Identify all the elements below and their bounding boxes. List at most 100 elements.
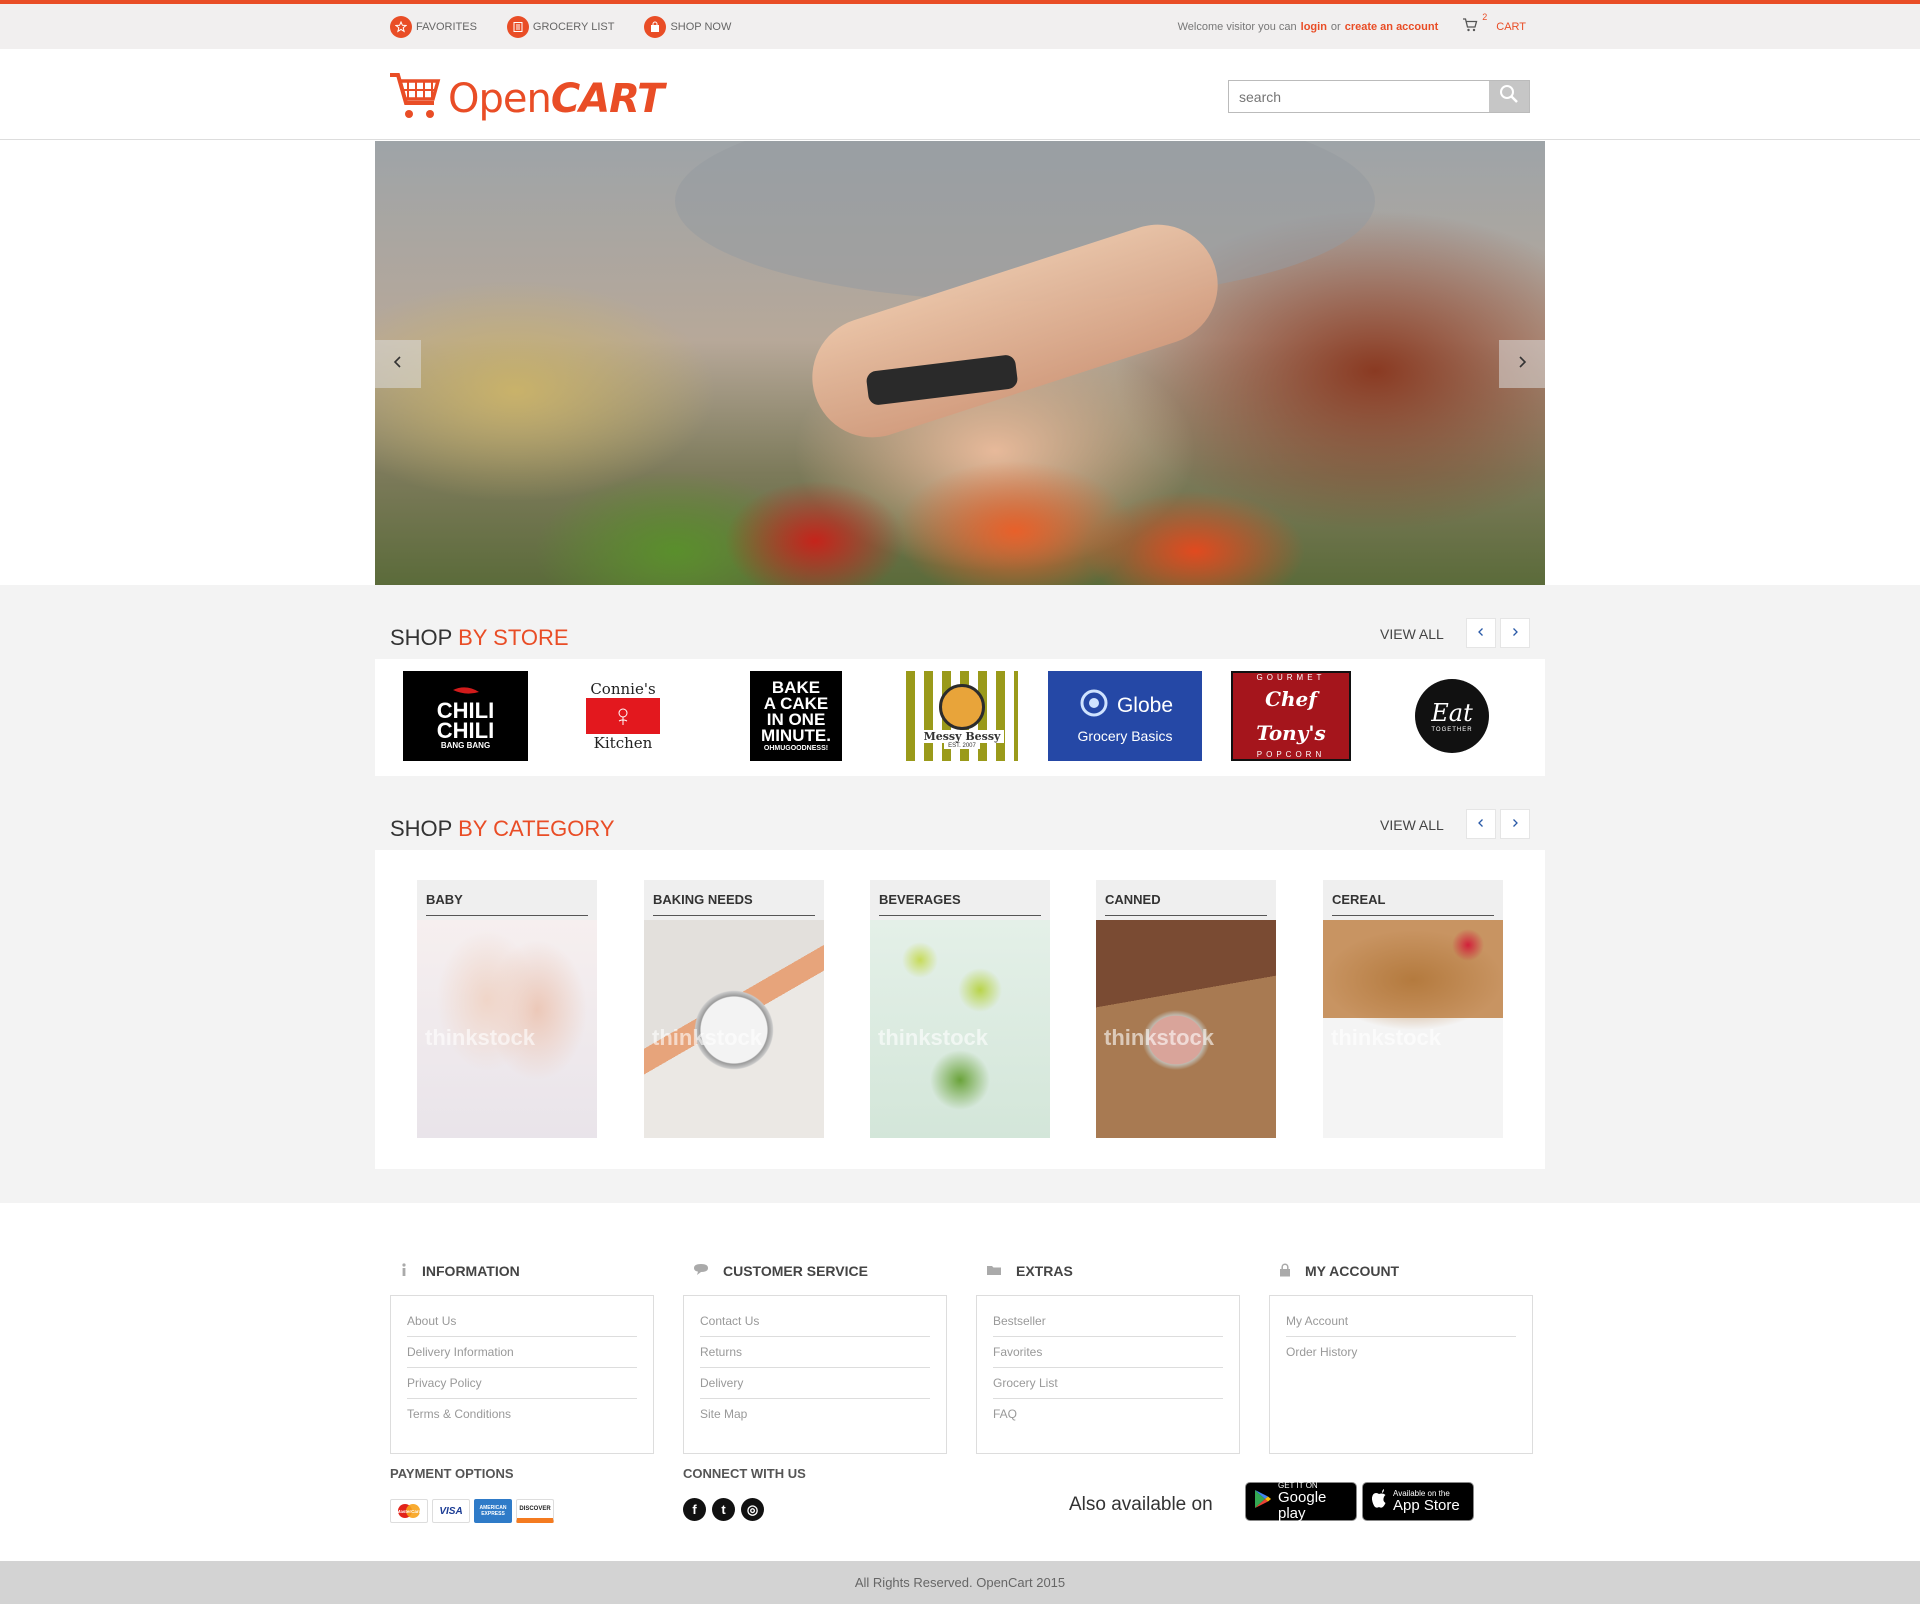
- nav-shop-now[interactable]: SHOP NOW: [644, 16, 731, 38]
- top-bar: FAVORITES GROCERY LIST SHOP NOW Welcome …: [0, 0, 1920, 49]
- footer-link-my-account[interactable]: My Account: [1286, 1306, 1516, 1337]
- app-store-label: App Store: [1393, 1497, 1460, 1514]
- store-text: BANG BANG: [440, 740, 491, 750]
- store-text: TOGETHER: [1431, 727, 1473, 733]
- watermark-text: thinkstock: [425, 1025, 536, 1050]
- footer-link-contact-us[interactable]: Contact Us: [700, 1306, 930, 1337]
- flower-icon: [586, 698, 660, 734]
- store-logo-bake-a-cake[interactable]: BAKE A CAKE IN ONE MINUTE. OHMUGOODNESS!: [750, 671, 842, 761]
- chat-icon: [693, 1263, 709, 1279]
- site-logo[interactable]: OpenCART: [388, 71, 664, 126]
- store-text: EST. 2007: [944, 742, 980, 749]
- store-carousel: CHILI CHILI BANG BANG Connie's Kitchen B…: [375, 659, 1545, 776]
- mastercard-icon: MasterCard: [390, 1499, 428, 1523]
- footer-link-delivery[interactable]: Delivery: [700, 1368, 930, 1399]
- footer-col-header: CUSTOMER SERVICE: [683, 1262, 947, 1280]
- copyright-text: All Rights Reserved. OpenCart 2015: [854, 1575, 1066, 1590]
- cart-label: CART: [1496, 20, 1526, 33]
- footer-col-header: INFORMATION: [390, 1262, 654, 1280]
- instagram-icon[interactable]: ◎: [741, 1498, 764, 1521]
- also-available-text: Also available on: [1069, 1494, 1213, 1515]
- cart-button[interactable]: 2 CART: [1462, 12, 1526, 35]
- face-icon: [939, 683, 985, 730]
- footer-information: INFORMATION About Us Delivery Informatio…: [390, 1262, 654, 1454]
- category-card-beverages[interactable]: BEVERAGES thinkstock: [870, 880, 1050, 1138]
- store-view-all-link[interactable]: VIEW ALL: [1380, 626, 1444, 642]
- nav-favorites[interactable]: FAVORITES: [390, 16, 477, 38]
- chevron-right-icon: [1517, 355, 1527, 374]
- top-nav: FAVORITES GROCERY LIST SHOP NOW: [390, 16, 731, 38]
- nav-grocery-list[interactable]: GROCERY LIST: [506, 16, 615, 38]
- store-logo-messy-bessy[interactable]: Messy Bessy EST. 2007: [906, 671, 1018, 761]
- search-button[interactable]: [1489, 81, 1529, 112]
- footer-col-title: MY ACCOUNT: [1305, 1263, 1400, 1279]
- category-label: BAKING NEEDS: [653, 892, 815, 916]
- footer-link-grocery-list[interactable]: Grocery List: [993, 1368, 1223, 1399]
- category-card-baking-needs[interactable]: BAKING NEEDS thinkstock: [644, 880, 824, 1138]
- category-next-button[interactable]: [1500, 809, 1530, 839]
- footer-link-favorites[interactable]: Favorites: [993, 1337, 1223, 1368]
- google-play-label: Google play: [1278, 1489, 1327, 1522]
- slider-prev-button[interactable]: [375, 340, 421, 388]
- category-card-baby[interactable]: BABY thinkstock: [417, 880, 597, 1138]
- shop-by-store-title: SHOP BY STORE: [390, 625, 569, 651]
- list-icon: [506, 16, 529, 38]
- app-store-button[interactable]: Available on the App Store: [1362, 1482, 1474, 1521]
- footer-link-bestseller[interactable]: Bestseller: [993, 1306, 1223, 1337]
- category-title-bar: BABY: [417, 880, 597, 920]
- star-icon: [390, 16, 412, 38]
- footer-link-terms-conditions[interactable]: Terms & Conditions: [407, 1399, 637, 1430]
- google-play-button[interactable]: GET IT ON Google play: [1245, 1481, 1357, 1522]
- footer-col-header: EXTRAS: [976, 1262, 1240, 1280]
- create-account-link[interactable]: create an account: [1345, 21, 1439, 33]
- category-view-all-link[interactable]: VIEW ALL: [1380, 817, 1444, 833]
- category-card-cereal[interactable]: CEREAL thinkstock: [1323, 880, 1503, 1138]
- footer-link-privacy-policy[interactable]: Privacy Policy: [407, 1368, 637, 1399]
- store-logo-chili-chili[interactable]: CHILI CHILI BANG BANG: [403, 671, 528, 761]
- footer-links: Contact Us Returns Delivery Site Map: [683, 1295, 947, 1454]
- footer-link-faq[interactable]: FAQ: [993, 1399, 1223, 1430]
- search-input[interactable]: [1229, 81, 1491, 112]
- watermark-text: thinkstock: [1104, 1025, 1215, 1050]
- store-text: Globe: [1116, 694, 1174, 717]
- google-play-text: GET IT ON Google play: [1278, 1481, 1348, 1522]
- login-link[interactable]: login: [1301, 21, 1327, 33]
- footer-link-order-history[interactable]: Order History: [1286, 1337, 1516, 1368]
- lock-icon: [1279, 1263, 1291, 1280]
- footer-col-header: MY ACCOUNT: [1269, 1262, 1533, 1280]
- store-logo-chef-tonys[interactable]: GOURMET Chef Tony's POPCORN: [1231, 671, 1351, 761]
- footer-link-about-us[interactable]: About Us: [407, 1306, 637, 1337]
- shopping-cart-logo-icon: [388, 71, 442, 126]
- footer-link-site-map[interactable]: Site Map: [700, 1399, 930, 1430]
- search-icon: [1499, 84, 1519, 109]
- store-next-button[interactable]: [1500, 618, 1530, 648]
- category-label: BABY: [426, 892, 588, 916]
- footer-link-delivery-information[interactable]: Delivery Information: [407, 1337, 637, 1368]
- nav-grocery-list-label: GROCERY LIST: [532, 21, 615, 33]
- app-store-text: Available on the App Store: [1393, 1489, 1460, 1514]
- store-prev-button[interactable]: [1466, 618, 1496, 648]
- store-logo-eat[interactable]: Eat TOGETHER: [1412, 671, 1492, 761]
- category-prev-button[interactable]: [1466, 809, 1496, 839]
- info-icon: [400, 1262, 408, 1280]
- category-label: BEVERAGES: [879, 892, 1041, 916]
- eat-badge: Eat TOGETHER: [1415, 679, 1489, 753]
- footer-link-returns[interactable]: Returns: [700, 1337, 930, 1368]
- watermark-text: thinkstock: [1331, 1025, 1442, 1050]
- category-title-bar: CEREAL: [1323, 880, 1503, 920]
- shop-by-category-title: SHOP BY CATEGORY: [390, 816, 615, 842]
- canned-image: thinkstock: [1096, 920, 1276, 1138]
- category-card-canned[interactable]: CANNED thinkstock: [1096, 880, 1276, 1138]
- store-logo-globe[interactable]: Globe Grocery Basics: [1048, 671, 1202, 761]
- chevron-right-icon: [1511, 624, 1519, 642]
- slider-next-button[interactable]: [1499, 340, 1545, 388]
- footer-links: About Us Delivery Information Privacy Po…: [390, 1295, 654, 1454]
- store-text: Messy Bessy: [919, 729, 1005, 743]
- shop-by-store-prefix: SHOP: [390, 625, 452, 650]
- social-links: f t ◎: [683, 1498, 764, 1521]
- twitter-icon[interactable]: t: [712, 1498, 735, 1521]
- store-logo-connies-kitchen[interactable]: Connie's Kitchen: [583, 671, 663, 761]
- facebook-icon[interactable]: f: [683, 1498, 706, 1521]
- footer-col-title: CUSTOMER SERVICE: [723, 1263, 868, 1279]
- logo-open: Open: [448, 75, 552, 122]
